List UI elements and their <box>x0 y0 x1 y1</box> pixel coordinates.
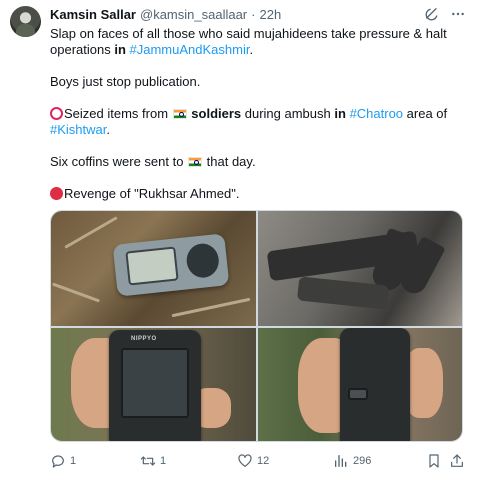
red-circle-icon <box>50 187 63 200</box>
photo-gps-on-ground[interactable] <box>51 211 256 326</box>
photo-gps-in-hand[interactable]: NIPPYO <box>51 328 256 441</box>
share-button[interactable] <box>449 450 465 472</box>
retweet-button[interactable]: 1 <box>140 450 166 472</box>
author-name[interactable]: Kamsin Sallar <box>50 7 136 22</box>
retweet-icon <box>140 456 156 466</box>
hashtag-chatroo[interactable]: #Chatroo <box>350 106 403 121</box>
reply-count: 1 <box>70 455 77 467</box>
views-icon <box>335 455 347 467</box>
text-line-4: Six coffins were sent to that day. <box>50 154 256 169</box>
media-grid: NIPPYO <box>50 210 463 442</box>
bookmark-button[interactable] <box>426 450 442 472</box>
photo-device-back-in-hand[interactable] <box>258 328 462 441</box>
india-flag-icon <box>172 109 187 119</box>
reply-button[interactable]: 1 <box>50 450 76 472</box>
like-button[interactable]: 12 <box>237 450 269 472</box>
hashtag-jammuandkashmir[interactable]: #JammuAndKashmir <box>130 42 250 57</box>
text-line-3: Seized items from soldiers during ambush… <box>50 106 448 137</box>
tweet-time[interactable]: 22h <box>259 7 281 22</box>
action-bar: 1 1 12 296 <box>50 450 465 472</box>
photo-rifle-magazines[interactable] <box>258 211 462 326</box>
more-icon[interactable] <box>450 6 466 22</box>
text-line-2: Boys just stop publication. <box>50 74 201 89</box>
tweet-header: Kamsin Sallar @kamsin_saallaar · 22h <box>50 5 281 23</box>
india-flag-icon <box>188 157 203 167</box>
views-count: 296 <box>353 455 372 467</box>
ring-icon <box>50 107 63 120</box>
separator: · <box>251 6 256 22</box>
like-count: 12 <box>257 455 270 467</box>
retweet-count: 1 <box>160 455 167 467</box>
text-line-1: Slap on faces of all those who said muja… <box>50 26 447 57</box>
grok-icon[interactable] <box>424 6 440 22</box>
bookmark-icon <box>429 454 439 468</box>
views-button[interactable]: 296 <box>333 450 371 472</box>
share-icon <box>451 454 463 467</box>
like-icon <box>238 454 252 467</box>
author-handle[interactable]: @kamsin_saallaar <box>140 7 247 22</box>
device-brand: NIPPYO <box>131 336 157 342</box>
tweet[interactable]: Kamsin Sallar @kamsin_saallaar · 22h Sla… <box>0 0 477 479</box>
hashtag-kishtwar[interactable]: #Kishtwar <box>50 122 106 137</box>
text-line-5: Revenge of "Rukhsar Ahmed". <box>50 186 460 202</box>
reply-icon <box>52 455 64 468</box>
avatar[interactable] <box>10 6 41 37</box>
tweet-text: Slap on faces of all those who said muja… <box>50 26 460 202</box>
